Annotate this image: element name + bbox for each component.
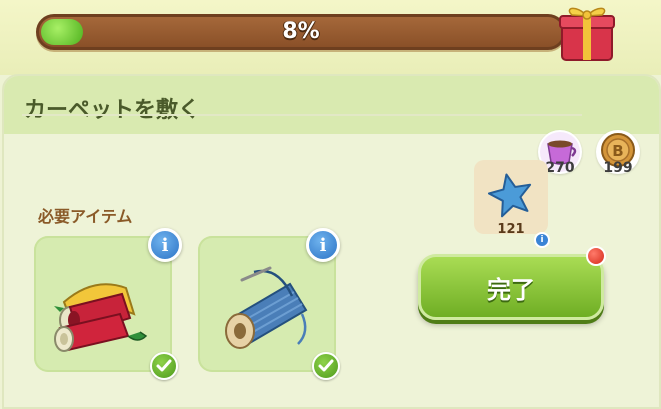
- info-icon[interactable]: i: [148, 228, 182, 262]
- svg-text:B: B: [612, 142, 623, 160]
- fabric-rolls-icon: [54, 283, 148, 352]
- required-item-fabric[interactable]: [34, 236, 172, 372]
- required-items-label: 必要アイテム: [38, 207, 133, 226]
- progress-bar: 8%: [36, 14, 566, 50]
- info-icon[interactable]: i: [306, 228, 340, 262]
- notification-dot: [586, 246, 606, 266]
- panel-header: カーペットを敷く: [4, 76, 659, 134]
- coin-count: 199: [603, 160, 633, 176]
- reward-count: 121: [497, 222, 525, 237]
- complete-button[interactable]: 完了: [418, 254, 604, 320]
- gift-icon[interactable]: [556, 0, 618, 62]
- progress-percent: 8%: [282, 19, 320, 44]
- check-icon: [150, 352, 178, 380]
- task-title: カーペットを敷く: [24, 98, 201, 123]
- divider: [22, 114, 582, 116]
- check-icon: [312, 352, 340, 380]
